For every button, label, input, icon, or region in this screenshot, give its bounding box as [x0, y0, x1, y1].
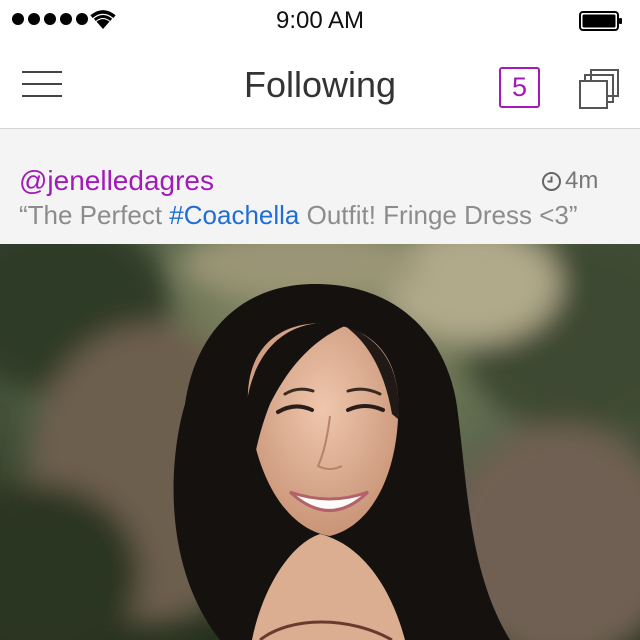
post-age: 4m — [541, 167, 598, 195]
username-link[interactable]: @jenelledagres — [19, 165, 214, 197]
menu-icon[interactable] — [22, 71, 62, 97]
caption-text: “The Perfect #Coachella Outfit! Fringe D… — [19, 200, 578, 231]
nav-bar: Following 5 — [0, 40, 640, 129]
clock-icon — [542, 171, 561, 191]
stack-icon[interactable] — [578, 68, 620, 110]
post-photo[interactable] — [0, 244, 640, 640]
caption-prefix: “The Perfect — [19, 200, 170, 230]
caption-suffix: Outfit! Fringe Dress <3” — [299, 200, 578, 230]
status-time: 9:00 AM — [275, 7, 365, 34]
hashtag-link[interactable]: #Coachella — [169, 200, 299, 230]
portrait-image — [0, 244, 640, 640]
notification-count-badge[interactable]: 5 — [499, 67, 540, 108]
post-caption: @jenelledagres 4m “The Perfect #Coachell… — [0, 129, 640, 244]
battery-icon — [579, 11, 622, 31]
page-title: Following — [243, 64, 397, 105]
post-age-label: 4m — [565, 167, 599, 194]
status-bar: 9:00 AM — [0, 0, 640, 40]
